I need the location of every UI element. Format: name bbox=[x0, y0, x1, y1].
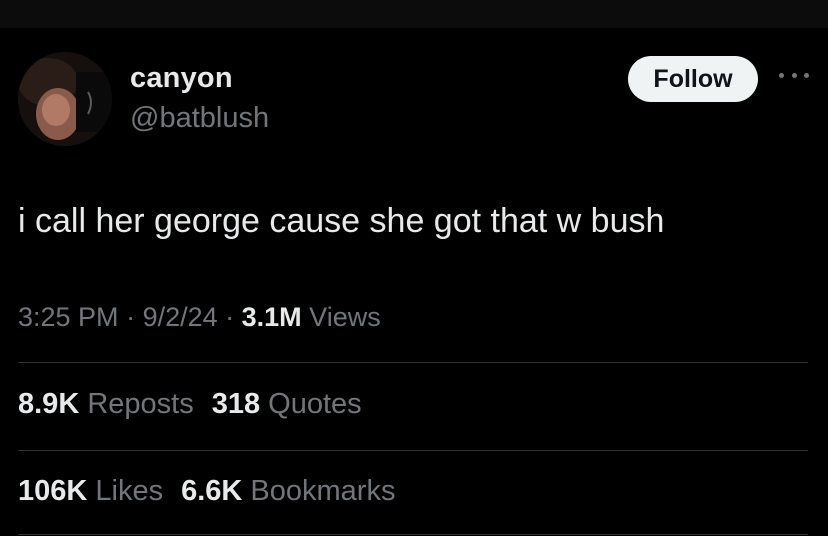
tweet-text: i call her george cause she got that w b… bbox=[18, 202, 665, 240]
likes-label: Likes bbox=[87, 475, 164, 507]
views-label: Views bbox=[301, 302, 381, 332]
dot bbox=[791, 72, 797, 78]
follow-button[interactable]: Follow bbox=[628, 56, 758, 102]
avatar[interactable] bbox=[18, 52, 112, 146]
reposts-label: Reposts bbox=[79, 388, 194, 420]
author-handle[interactable]: @batblush bbox=[130, 102, 269, 135]
quotes-label: Quotes bbox=[260, 388, 362, 420]
dot bbox=[804, 72, 809, 78]
divider bbox=[18, 534, 808, 535]
bookmarks-count: 6.6K bbox=[181, 475, 243, 507]
more-horizontal-icon[interactable] bbox=[779, 70, 809, 80]
tweet-time[interactable]: 3:25 PM bbox=[18, 302, 119, 332]
avatar-photo bbox=[18, 52, 112, 146]
tweet-meta: 3:25 PM · 9/2/24 · 3.1M Views bbox=[18, 302, 381, 333]
likes-link[interactable]: 106K Likes bbox=[18, 475, 163, 507]
tweet-date[interactable]: 9/2/24 bbox=[143, 302, 218, 332]
author-name[interactable]: canyon bbox=[130, 62, 233, 95]
separator: · bbox=[217, 302, 242, 332]
separator: · bbox=[118, 302, 143, 332]
divider bbox=[18, 450, 808, 451]
views-count: 3.1M bbox=[241, 302, 302, 332]
reposts-count: 8.9K bbox=[18, 388, 80, 420]
bookmarks-link[interactable]: 6.6K Bookmarks bbox=[181, 475, 395, 507]
likes-count: 106K bbox=[18, 475, 88, 507]
stats-row-reposts: 8.9K Reposts 318 Quotes bbox=[18, 388, 362, 421]
quotes-link[interactable]: 318 Quotes bbox=[212, 388, 362, 420]
divider bbox=[18, 362, 808, 363]
top-bar bbox=[0, 0, 828, 28]
stats-row-likes: 106K Likes 6.6K Bookmarks bbox=[18, 475, 395, 508]
reposts-link[interactable]: 8.9K Reposts bbox=[18, 388, 194, 420]
quotes-count: 318 bbox=[211, 388, 261, 420]
bookmarks-label: Bookmarks bbox=[242, 475, 396, 507]
dot bbox=[779, 72, 784, 78]
